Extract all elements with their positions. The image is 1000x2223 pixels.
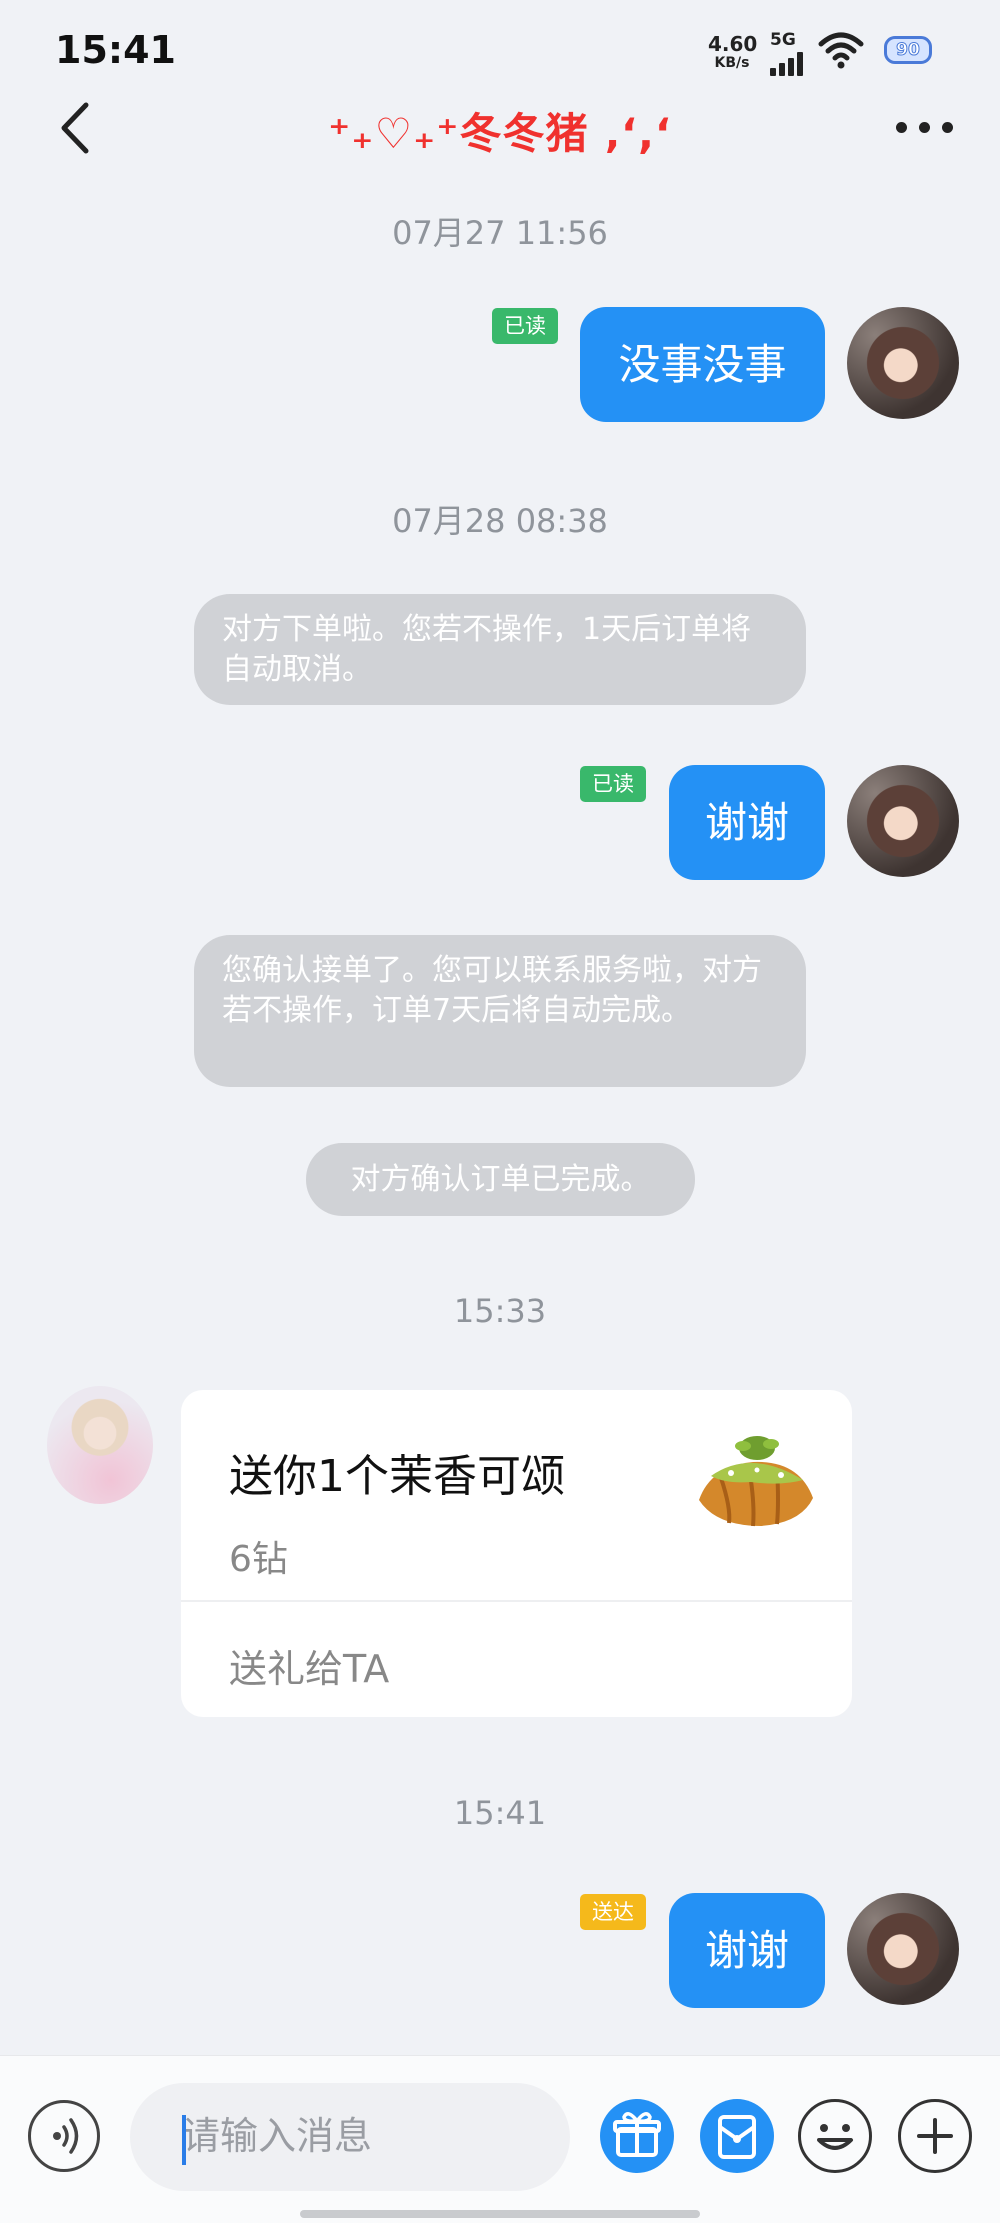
red-packet-icon bbox=[718, 2115, 756, 2159]
more-actions-button[interactable] bbox=[898, 2099, 972, 2173]
chat-title: ⁺₊♡₊⁺冬冬猪 ‚‘,‘ bbox=[328, 109, 672, 158]
read-badge: 已读 bbox=[580, 766, 646, 802]
network-speed-value: 4.60 bbox=[708, 32, 758, 56]
gift-title: 送你1个茉香可颂 bbox=[229, 1451, 565, 1502]
timestamp: 07月28 08:38 bbox=[392, 502, 608, 540]
battery-level: 90 bbox=[896, 40, 921, 61]
timestamp: 07月27 11:56 bbox=[392, 214, 608, 252]
contact-avatar[interactable] bbox=[47, 1386, 153, 1504]
gift-icon bbox=[613, 2112, 661, 2157]
home-indicator[interactable] bbox=[300, 2210, 700, 2218]
plus-icon bbox=[917, 2118, 953, 2154]
voice-icon bbox=[53, 2118, 79, 2154]
more-options-button[interactable] bbox=[890, 118, 960, 138]
outgoing-message-bubble[interactable]: 谢谢 bbox=[669, 1893, 825, 2008]
battery-icon: 90 bbox=[884, 36, 932, 64]
read-badge: 已读 bbox=[492, 308, 558, 344]
gift-button[interactable] bbox=[600, 2099, 674, 2173]
voice-input-button[interactable] bbox=[28, 2100, 100, 2172]
system-message: 对方确认订单已完成。 bbox=[306, 1143, 695, 1216]
network-type: 5G bbox=[770, 30, 796, 50]
text-cursor bbox=[182, 2115, 186, 2165]
status-time: 15:41 bbox=[55, 28, 176, 72]
timestamp: 15:41 bbox=[453, 1794, 547, 1832]
network-speed: 4.60 KB/s bbox=[708, 32, 758, 71]
network-speed-unit: KB/s bbox=[714, 55, 750, 71]
my-avatar[interactable] bbox=[847, 765, 959, 877]
emoji-button[interactable] bbox=[798, 2099, 872, 2173]
red-packet-button[interactable] bbox=[700, 2099, 774, 2173]
send-gift-back-link[interactable]: 送礼给TA bbox=[229, 1638, 389, 1693]
outgoing-message-bubble[interactable]: 谢谢 bbox=[669, 765, 825, 880]
message-input[interactable] bbox=[130, 2083, 570, 2191]
wifi-icon bbox=[818, 32, 864, 69]
timestamp: 15:33 bbox=[453, 1292, 547, 1330]
outgoing-message-bubble[interactable]: 没事没事 bbox=[580, 307, 825, 422]
system-message: 您确认接单了。您可以联系服务啦，对方若不操作，订单7天后将自动完成。 bbox=[194, 935, 806, 1087]
delivered-badge: 送达 bbox=[580, 1894, 646, 1930]
croissant-gift-icon bbox=[699, 1436, 813, 1527]
back-button[interactable] bbox=[50, 95, 106, 161]
my-avatar[interactable] bbox=[847, 1893, 959, 2005]
system-message: 对方下单啦。您若不操作，1天后订单将自动取消。 bbox=[194, 594, 806, 705]
emoji-icon bbox=[817, 2124, 853, 2150]
gift-card[interactable]: 送你1个茉香可颂 6钻 送礼给TA bbox=[181, 1390, 852, 1717]
gift-card-divider bbox=[181, 1600, 852, 1602]
my-avatar[interactable] bbox=[847, 307, 959, 419]
gift-price: 6钻 bbox=[229, 1539, 288, 1580]
